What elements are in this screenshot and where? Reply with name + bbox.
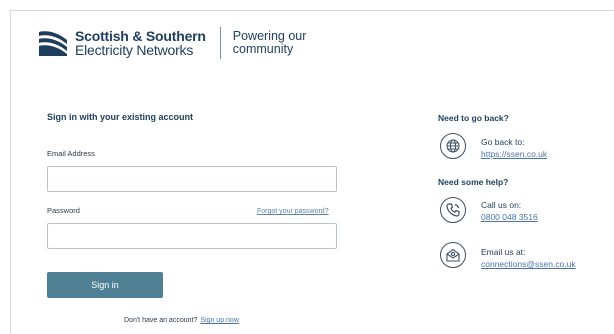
sign-up-link[interactable]: Sign up now	[200, 317, 239, 324]
call-label: Call us on:	[481, 200, 522, 210]
globe-icon	[440, 133, 466, 159]
brand-divider	[219, 27, 221, 59]
brand-name-line2: Electricity Networks	[75, 42, 194, 58]
go-back-heading: Need to go back?	[438, 113, 509, 123]
go-back-label: Go back to:	[481, 137, 525, 147]
help-heading: Need some help?	[438, 177, 509, 187]
tagline-line2: community	[232, 42, 294, 56]
phone-icon	[440, 197, 466, 223]
mail-icon	[440, 242, 466, 268]
ssen-website-link[interactable]: https://ssen.co.uk	[481, 148, 547, 160]
ssen-logo-icon	[39, 31, 67, 56]
call-block: Call us on: 0800 048 3516	[481, 199, 538, 223]
email-address-link[interactable]: connections@ssen.co.uk	[481, 258, 576, 270]
email-block: Email us at: connections@ssen.co.uk	[481, 246, 576, 270]
email-us-label: Email us at:	[481, 247, 526, 257]
forgot-password-link[interactable]: Forgot your password?	[257, 208, 329, 215]
phone-number-link[interactable]: 0800 048 3516	[481, 211, 538, 223]
brand-logo[interactable]: Scottish & Southern Electricity Networks…	[37, 26, 306, 60]
email-label: Email Address	[47, 149, 95, 158]
brand-tagline: Powering our community	[233, 30, 307, 56]
go-back-block: Go back to: https://ssen.co.uk	[481, 136, 547, 160]
no-account-text: Don't have an account?	[124, 317, 198, 324]
signup-prompt: Don't have an account? Sign up now	[124, 317, 239, 324]
brand-name-line1: Scottish & Southern	[75, 28, 206, 44]
sign-in-button[interactable]: Sign in	[47, 272, 163, 298]
brand-name: Scottish & Southern Electricity Networks	[75, 29, 206, 57]
email-field[interactable]	[47, 166, 337, 192]
signin-title: Sign in with your existing account	[47, 112, 194, 122]
password-field[interactable]	[47, 223, 337, 249]
password-label: Password	[47, 206, 80, 215]
